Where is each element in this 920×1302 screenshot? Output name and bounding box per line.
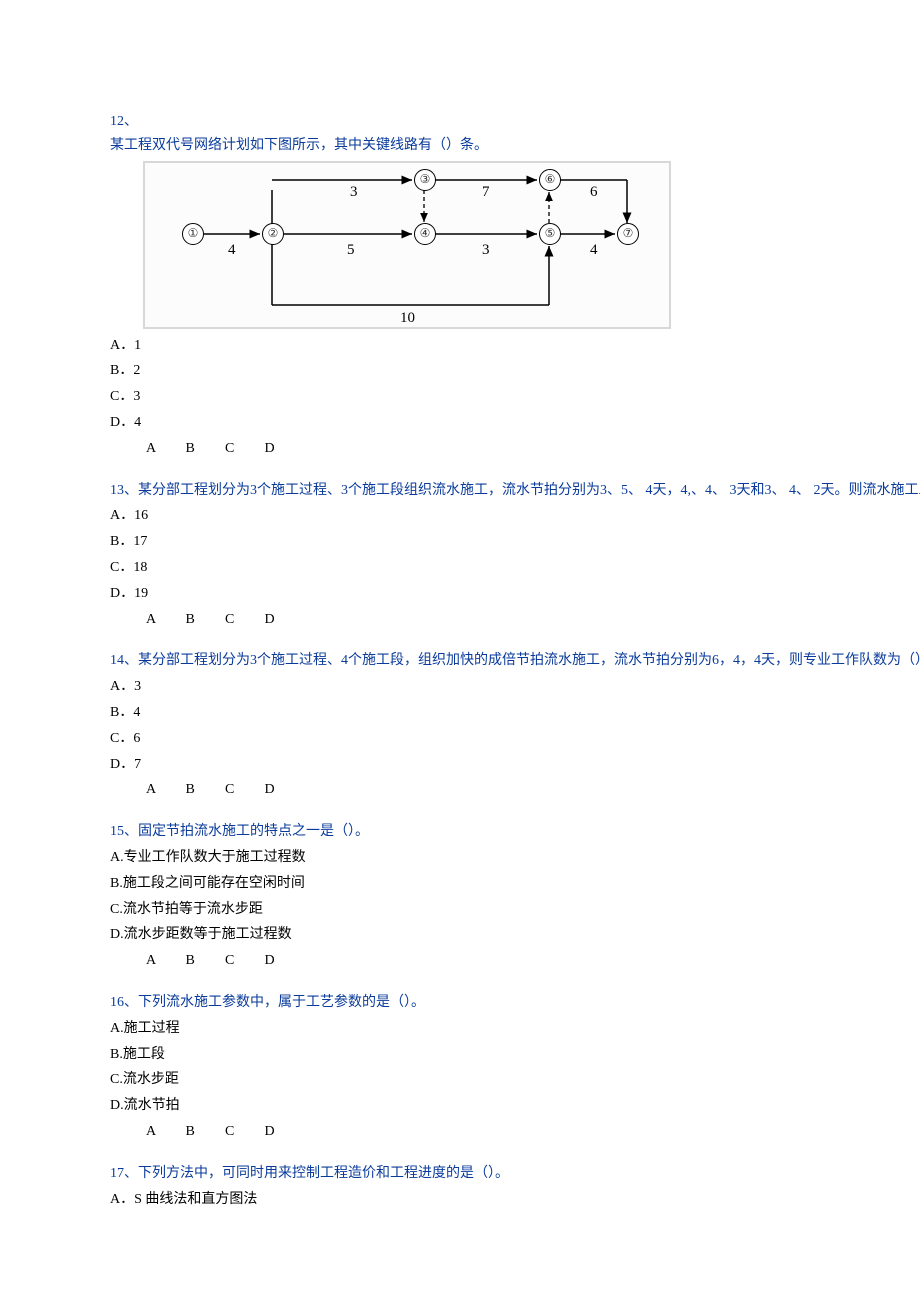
question-text: 16、下列流水施工参数中，属于工艺参数的是（）。: [110, 991, 920, 1015]
question-text: 17、下列方法中，可同时用来控制工程造价和工程进度的是（）。: [110, 1162, 920, 1186]
option-a: A.施工过程: [110, 1017, 920, 1041]
answer-choices[interactable]: A B C D: [110, 437, 920, 461]
edge-label: 3: [482, 238, 490, 264]
choice-b[interactable]: B: [186, 949, 222, 973]
node-1: ①: [182, 223, 204, 245]
network-diagram: ① ② ③ ④ ⑤ ⑥ ⑦ 3 7 6 4 5 3 4 10: [142, 160, 672, 330]
edge-label: 4: [228, 238, 236, 264]
option-a: A．1: [110, 334, 920, 358]
option-d: D.流水步距数等于施工过程数: [110, 923, 920, 947]
choice-a[interactable]: A: [146, 778, 182, 802]
edge-label: 10: [400, 306, 415, 332]
choice-a[interactable]: A: [146, 608, 182, 632]
node-6: ⑥: [539, 169, 561, 191]
question-12: 12、 某工程双代号网络计划如下图所示，其中关键线路有（）条。: [110, 110, 920, 461]
question-15: 15、固定节拍流水施工的特点之一是（）。 A.专业工作队数大于施工过程数 B.施…: [110, 820, 920, 973]
choice-a[interactable]: A: [146, 1120, 182, 1144]
edge-label: 3: [350, 180, 358, 206]
node-4: ④: [414, 223, 436, 245]
question-text: 14、某分部工程划分为3个施工过程、4个施工段，组织加快的成倍节拍流水施工，流水…: [110, 649, 920, 673]
choice-a[interactable]: A: [146, 949, 182, 973]
choice-c[interactable]: C: [225, 608, 261, 632]
node-3: ③: [414, 169, 436, 191]
option-b: B．17: [110, 530, 920, 554]
option-c: C.流水步距: [110, 1068, 920, 1092]
option-c: C．3: [110, 385, 920, 409]
choice-d[interactable]: D: [265, 949, 301, 973]
node-2: ②: [262, 223, 284, 245]
choice-c[interactable]: C: [225, 778, 261, 802]
choice-a[interactable]: A: [146, 437, 182, 461]
option-b: B．2: [110, 359, 920, 383]
node-7: ⑦: [617, 223, 639, 245]
question-text: 15、固定节拍流水施工的特点之一是（）。: [110, 820, 920, 844]
question-16: 16、下列流水施工参数中，属于工艺参数的是（）。 A.施工过程 B.施工段 C.…: [110, 991, 920, 1144]
option-a: A.专业工作队数大于施工过程数: [110, 846, 920, 870]
choice-d[interactable]: D: [265, 778, 301, 802]
choice-d[interactable]: D: [265, 608, 301, 632]
question-13: 13、某分部工程划分为3个施工过程、3个施工段组织流水施工，流水节拍分别为3、5…: [110, 479, 920, 632]
option-c: C．18: [110, 556, 920, 580]
node-5: ⑤: [539, 223, 561, 245]
choice-c[interactable]: C: [225, 437, 261, 461]
option-d: D.流水节拍: [110, 1094, 920, 1118]
option-d: D．19: [110, 582, 920, 606]
question-17: 17、下列方法中，可同时用来控制工程造价和工程进度的是（）。 A．S 曲线法和直…: [110, 1162, 920, 1212]
edge-label: 6: [590, 180, 598, 206]
option-c: C.流水节拍等于流水步距: [110, 898, 920, 922]
option-b: B.施工段: [110, 1043, 920, 1067]
option-c: C．6: [110, 727, 920, 751]
option-b: B.施工段之间可能存在空闲时间: [110, 872, 920, 896]
choice-d[interactable]: D: [265, 1120, 301, 1144]
answer-choices[interactable]: A B C D: [110, 1120, 920, 1144]
option-a: A．16: [110, 504, 920, 528]
question-text: 某工程双代号网络计划如下图所示，其中关键线路有（）条。: [110, 134, 920, 158]
option-d: D．4: [110, 411, 920, 435]
option-d: D．7: [110, 753, 920, 777]
option-a: A．S 曲线法和直方图法: [110, 1188, 920, 1212]
edge-label: 5: [347, 238, 355, 264]
option-a: A．3: [110, 675, 920, 699]
question-text: 13、某分部工程划分为3个施工过程、3个施工段组织流水施工，流水节拍分别为3、5…: [110, 479, 920, 503]
answer-choices[interactable]: A B C D: [110, 949, 920, 973]
choice-b[interactable]: B: [186, 608, 222, 632]
question-14: 14、某分部工程划分为3个施工过程、4个施工段，组织加快的成倍节拍流水施工，流水…: [110, 649, 920, 802]
choice-b[interactable]: B: [186, 437, 222, 461]
edge-label: 7: [482, 180, 490, 206]
answer-choices[interactable]: A B C D: [110, 778, 920, 802]
option-b: B．4: [110, 701, 920, 725]
choice-c[interactable]: C: [225, 1120, 261, 1144]
answer-choices[interactable]: A B C D: [110, 608, 920, 632]
choice-d[interactable]: D: [265, 437, 301, 461]
choice-c[interactable]: C: [225, 949, 261, 973]
edge-label: 4: [590, 238, 598, 264]
question-number: 12、: [110, 110, 920, 134]
choice-b[interactable]: B: [186, 778, 222, 802]
choice-b[interactable]: B: [186, 1120, 222, 1144]
